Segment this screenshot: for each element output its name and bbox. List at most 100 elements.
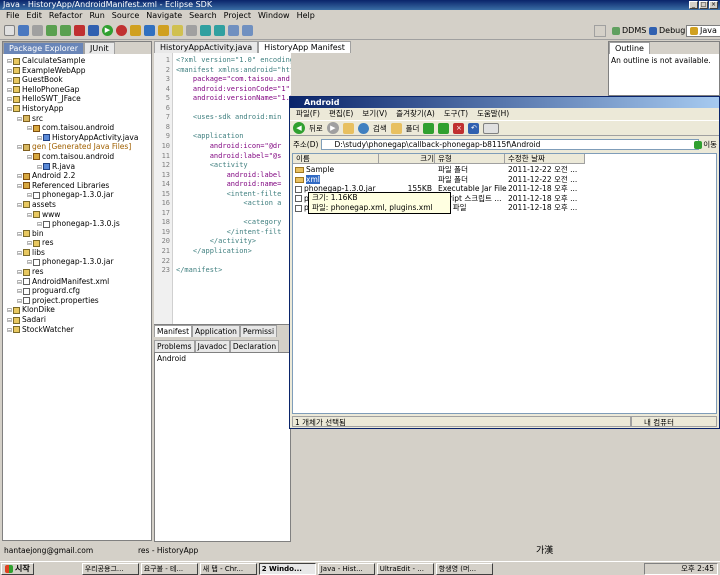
taskbar-button[interactable]: 새 탭 - Chr...: [199, 562, 257, 575]
tree-item[interactable]: ⊟ HelloSWT_JFace: [4, 94, 150, 104]
menu-refactor[interactable]: Refactor: [49, 10, 83, 22]
taskbar-button[interactable]: UltraEdit - ...: [376, 562, 434, 575]
tree-item[interactable]: ⊟ res: [4, 238, 150, 248]
expand-toggle-icon[interactable]: ⊟: [17, 173, 22, 180]
expand-toggle-icon[interactable]: ⊟: [17, 231, 22, 238]
tree-item[interactable]: ⊟ assets: [4, 200, 150, 210]
expand-toggle-icon[interactable]: ⊟: [17, 298, 22, 305]
copy-to-icon[interactable]: [438, 122, 450, 134]
expand-toggle-icon[interactable]: ⊟: [17, 269, 22, 276]
search-button[interactable]: 검색: [373, 123, 387, 134]
column-header[interactable]: 크기: [379, 154, 435, 164]
manifest-page-tab[interactable]: Application: [192, 325, 240, 337]
delete-icon[interactable]: ×: [453, 122, 465, 134]
minimize-button[interactable]: _: [689, 1, 698, 9]
expand-toggle-icon[interactable]: ⊟: [37, 135, 42, 142]
tree-item[interactable]: ⊟ src: [4, 114, 150, 124]
expand-toggle-icon[interactable]: ⊟: [17, 288, 22, 295]
expand-toggle-icon[interactable]: ⊟: [17, 250, 22, 257]
search-icon[interactable]: [172, 25, 183, 36]
new-java-package-icon[interactable]: [130, 25, 141, 36]
tree-item[interactable]: ⊟ StockWatcher: [4, 325, 150, 335]
expand-toggle-icon[interactable]: ⊟: [7, 58, 12, 65]
editor-tab[interactable]: HistoryApp Manifest: [258, 41, 351, 53]
expand-toggle-icon[interactable]: ⊟: [37, 164, 42, 171]
tab-outline[interactable]: Outline: [609, 42, 650, 54]
start-button[interactable]: 시작: [1, 562, 34, 575]
new-icon[interactable]: [4, 25, 15, 36]
explorer-menu-item[interactable]: 파일(F): [296, 108, 320, 119]
tree-item[interactable]: ⊟ KlonDike: [4, 305, 150, 315]
go-button[interactable]: 이동: [694, 139, 717, 150]
back-icon[interactable]: ◀: [293, 122, 305, 134]
taskbar-button[interactable]: 우리공용그...: [81, 562, 139, 575]
tree-item[interactable]: ⊟ HistoryApp: [4, 104, 150, 114]
expand-toggle-icon[interactable]: ⊟: [7, 96, 12, 103]
tree-item[interactable]: ⊟ Sadari: [4, 315, 150, 325]
debug-icon[interactable]: [88, 25, 99, 36]
move-to-icon[interactable]: [423, 122, 435, 134]
back-button[interactable]: 뒤로: [309, 123, 323, 134]
avd-manager-icon[interactable]: [60, 25, 71, 36]
tree-item[interactable]: ⊟ Referenced Libraries: [4, 181, 150, 191]
expand-toggle-icon[interactable]: ⊟: [7, 106, 12, 113]
menu-edit[interactable]: Edit: [26, 10, 42, 22]
expand-toggle-icon[interactable]: ⊟: [27, 240, 32, 247]
menu-run[interactable]: Run: [89, 10, 104, 22]
expand-toggle-icon[interactable]: ⊟: [17, 116, 22, 123]
tree-item[interactable]: ⊟ ExampleWebApp: [4, 66, 150, 76]
external-tools-icon[interactable]: [116, 25, 127, 36]
perspective-java[interactable]: Java: [686, 25, 720, 37]
column-header[interactable]: 수정한 날짜: [505, 154, 585, 164]
taskbar-button[interactable]: Java - Hist...: [317, 562, 375, 575]
tree-item[interactable]: ⊟ phonegap-1.3.0.js: [4, 219, 150, 229]
bottom-view-tab[interactable]: Problems: [154, 340, 195, 352]
close-button[interactable]: ×: [709, 1, 718, 9]
expand-toggle-icon[interactable]: ⊟: [7, 68, 12, 75]
open-type-icon[interactable]: [158, 25, 169, 36]
next-annotation-icon[interactable]: [200, 25, 211, 36]
tree-item[interactable]: ⊟ GuestBook: [4, 75, 150, 85]
menu-project[interactable]: Project: [224, 10, 251, 22]
perspective-debug[interactable]: Debug: [646, 25, 688, 37]
explorer-menu-item[interactable]: 편집(E): [329, 108, 353, 119]
tree-item[interactable]: ⊟ R.java: [4, 162, 150, 172]
manifest-page-tab[interactable]: Manifest: [154, 325, 193, 337]
expand-toggle-icon[interactable]: ⊟: [17, 202, 22, 209]
expand-toggle-icon[interactable]: ⊟: [7, 87, 12, 94]
expand-toggle-icon[interactable]: ⊟: [17, 279, 22, 286]
tree-item[interactable]: ⊟ phonegap-1.3.0.jar: [4, 257, 150, 267]
back-nav-icon[interactable]: [228, 25, 239, 36]
editor-tab[interactable]: HistoryAppActivity.java: [154, 41, 259, 53]
folders-button[interactable]: 폴더: [406, 123, 420, 134]
up-folder-icon[interactable]: [342, 122, 354, 134]
undo-icon[interactable]: ↶: [468, 122, 480, 134]
menu-help[interactable]: Help: [297, 10, 315, 22]
expand-toggle-icon[interactable]: ⊟: [7, 77, 12, 84]
menu-navigate[interactable]: Navigate: [146, 10, 182, 22]
expand-toggle-icon[interactable]: ⊟: [27, 125, 32, 132]
taskbar-button[interactable]: 항생영 (머...: [435, 562, 493, 575]
xml-editor[interactable]: 1 <?xml version="1.0" encoding="utf-8"?> 2…: [154, 53, 291, 324]
taskbar-button[interactable]: 2 Windo...: [258, 562, 316, 575]
tree-item[interactable]: ⊟ bin: [4, 229, 150, 239]
explorer-menu-item[interactable]: 도움말(H): [477, 108, 509, 119]
expand-toggle-icon[interactable]: ⊟: [7, 327, 12, 334]
previous-annotation-icon[interactable]: [214, 25, 225, 36]
expand-toggle-icon[interactable]: ⊟: [17, 183, 22, 190]
expand-toggle-icon[interactable]: ⊟: [27, 259, 32, 266]
file-row[interactable]: xml: [295, 174, 320, 185]
forward-icon[interactable]: ▶: [326, 122, 339, 134]
tree-item[interactable]: ⊟ www: [4, 210, 150, 220]
explorer-menu-item[interactable]: 즐겨찾기(A): [396, 108, 435, 119]
print-icon[interactable]: [32, 25, 43, 36]
tree-item[interactable]: ⊟ CalculateSample: [4, 56, 150, 66]
tree-item[interactable]: ⊟ AndroidManifest.xml: [4, 277, 150, 287]
open-perspective-button[interactable]: [594, 25, 606, 37]
menu-search[interactable]: Search: [189, 10, 216, 22]
views-icon[interactable]: [483, 122, 500, 134]
expand-toggle-icon[interactable]: ⊟: [37, 221, 42, 228]
tree-item[interactable]: ⊟ com.taisou.android: [4, 152, 150, 162]
menu-file[interactable]: File: [6, 10, 19, 22]
tree-item[interactable]: ⊟ HistoryAppActivity.java: [4, 133, 150, 143]
